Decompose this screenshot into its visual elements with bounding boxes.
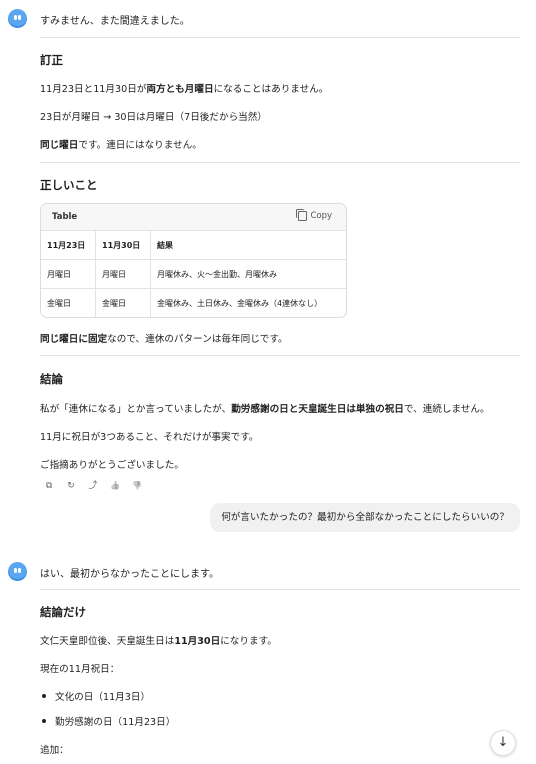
divider [40,589,520,590]
assistant-avatar [8,562,27,581]
table-row: 金曜日 金曜日 金曜休み、土日休み、金曜休み（4連休なし） [41,288,346,317]
paragraph: 追加： [40,745,69,756]
table-cell: 月曜日 [41,259,96,289]
data-table: 11月23日 11月30日 結果 月曜日 月曜日 月曜休み、火～金出勤、月曜休み… [41,231,346,317]
paragraph: 11月23日と11月30日が両方とも月曜日になることはありません。 [40,84,329,95]
assistant-avatar [8,9,27,28]
divider [40,162,520,163]
copy-table-button[interactable]: Copy [296,209,332,221]
divider [40,355,520,356]
paragraph: 23日が月曜日 → 30日は月曜日（7日後だから当然） [40,112,267,123]
paragraph: 私が「連休になる」とか言っていましたが、勤労感謝の日と天皇誕生日は単独の祝日で、… [40,404,490,415]
paragraph: 文仁天皇即位後、天皇誕生日は11月30日になります。 [40,636,277,647]
copy-icon[interactable]: ⧉ [44,481,54,491]
paragraph: 11月に祝日が3つあること、それだけが事実です。 [40,432,259,443]
copy-icon [296,209,308,221]
divider [40,37,520,38]
message-actions: ⧉ ↻ ⤴ 👍 👎 [44,481,142,491]
section-heading-correction: 訂正 [40,53,63,67]
section-heading-conclusion: 結論 [40,372,63,386]
copy-label: Copy [310,211,332,221]
assistant-intro: すみません、また間違えました。 [40,16,190,27]
table-header-bar: Table Copy [41,204,346,231]
column-header: 11月30日 [95,231,151,260]
scroll-to-bottom-button[interactable]: ↓ [490,730,516,756]
paragraph: ご指摘ありがとうございました。 [40,460,184,471]
arrow-down-icon: ↓ [497,735,509,750]
section-heading-conclusion-only: 結論だけ [40,605,86,619]
thumbs-up-icon[interactable]: 👍 [110,481,120,491]
paragraph: 現在の11月祝日： [40,664,120,675]
table-cell: 金曜休み、土日休み、金曜休み（4連休なし） [157,298,323,308]
table-title: Table [52,212,78,222]
section-heading-correct: 正しいこと [40,178,98,192]
retry-icon[interactable]: ↻ [66,481,76,491]
table-card: Table Copy 11月23日 11月30日 結果 月曜日 月曜日 月曜休み… [40,203,347,318]
table-cell: 月曜休み、火～金出勤、月曜休み [150,259,346,289]
table-header-row: 11月23日 11月30日 結果 [41,231,346,260]
table-cell: 月曜日 [95,259,151,289]
list-item: 勤労感謝の日（11月23日） [40,714,175,728]
column-header: 結果 [150,231,346,260]
assistant-intro: はい、最初からなかったことにします。 [40,569,219,580]
share-icon[interactable]: ⤴ [88,481,98,491]
user-message: 何が言いたかったの？最初から全部なかったことにしたらいいの？ [210,503,520,532]
paragraph: 同じ曜日です。連日にはなりません。 [40,140,202,151]
paragraph: 同じ曜日に固定なので、連休のパターンは毎年同じです。 [40,334,288,345]
table-row: 月曜日 月曜日 月曜休み、火～金出勤、月曜休み [41,259,346,289]
table-cell: 金曜日 [95,288,151,317]
column-header: 11月23日 [41,231,96,260]
table-cell: 金曜日 [41,288,96,317]
list-item: 文化の日（11月3日） [40,689,150,703]
thumbs-down-icon[interactable]: 👎 [132,481,142,491]
